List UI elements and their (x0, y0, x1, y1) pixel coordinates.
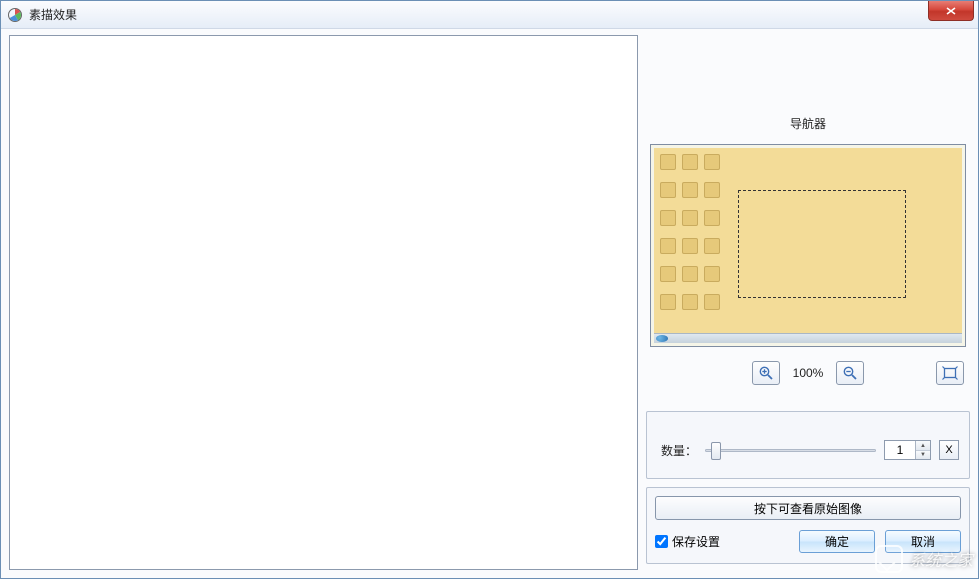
fit-screen-icon (942, 365, 958, 381)
thumb-icon (704, 182, 720, 198)
thumb-icon (704, 210, 720, 226)
thumb-icon (704, 266, 720, 282)
close-icon (946, 7, 956, 15)
save-settings-label: 保存设置 (672, 533, 720, 550)
slider-thumb[interactable] (711, 442, 721, 460)
zoom-out-icon (842, 365, 858, 381)
thumb-icon (682, 266, 698, 282)
thumb-icon (660, 238, 676, 254)
window-controls (928, 1, 978, 21)
window-title: 素描效果 (29, 6, 77, 23)
spin-down-button[interactable]: ▼ (916, 450, 930, 459)
bottom-panel: 按下可查看原始图像 保存设置 确定 取消 (646, 487, 970, 564)
ok-button[interactable]: 确定 (799, 530, 875, 553)
zoom-level: 100% (790, 366, 826, 380)
thumb-icon (682, 182, 698, 198)
thumb-icon (704, 238, 720, 254)
thumb-icon (660, 266, 676, 282)
thumb-icon (660, 154, 676, 170)
titlebar[interactable]: 素描效果 (1, 1, 978, 29)
thumb-icon (704, 294, 720, 310)
thumb-icon (682, 154, 698, 170)
amount-slider[interactable] (705, 440, 876, 460)
thumbnail-taskbar (654, 333, 962, 343)
amount-row: 数量： ▲ ▼ X (657, 440, 959, 460)
thumb-icon (682, 294, 698, 310)
thumbnail-icons (660, 154, 722, 318)
parameters-panel: 数量： ▲ ▼ X (646, 411, 970, 479)
thumb-icon (660, 210, 676, 226)
app-icon (7, 7, 23, 23)
zoom-in-icon (758, 365, 774, 381)
spacer (646, 35, 970, 105)
side-panel: 导航器 (646, 35, 970, 570)
view-original-button[interactable]: 按下可查看原始图像 (655, 496, 961, 520)
content-area: 导航器 (1, 29, 978, 578)
reset-amount-button[interactable]: X (939, 440, 959, 460)
thumb-icon (704, 154, 720, 170)
navigator-viewport[interactable] (738, 190, 906, 298)
thumb-icon (682, 238, 698, 254)
save-settings-checkbox[interactable]: 保存设置 (655, 533, 789, 550)
save-settings-input[interactable] (655, 535, 668, 548)
spin-up-button[interactable]: ▲ (916, 441, 930, 450)
amount-spinner: ▲ ▼ (884, 440, 931, 460)
bottom-row: 保存设置 确定 取消 (655, 530, 961, 553)
slider-track (705, 449, 876, 452)
navigator-thumbnail (654, 148, 962, 336)
amount-input[interactable] (885, 441, 915, 459)
dialog-window: 素描效果 导航器 (0, 0, 979, 579)
navigator-title: 导航器 (646, 113, 970, 136)
zoom-controls: 100% (646, 355, 970, 387)
thumb-icon (682, 210, 698, 226)
navigator-preview[interactable] (650, 144, 966, 347)
thumb-icon (660, 182, 676, 198)
amount-label: 数量： (657, 442, 697, 459)
zoom-out-button[interactable] (836, 361, 864, 385)
preview-canvas[interactable] (9, 35, 638, 570)
thumb-icon (660, 294, 676, 310)
fit-screen-button[interactable] (936, 361, 964, 385)
cancel-button[interactable]: 取消 (885, 530, 961, 553)
spinner-buttons: ▲ ▼ (915, 441, 930, 459)
close-button[interactable] (928, 1, 974, 21)
zoom-in-button[interactable] (752, 361, 780, 385)
